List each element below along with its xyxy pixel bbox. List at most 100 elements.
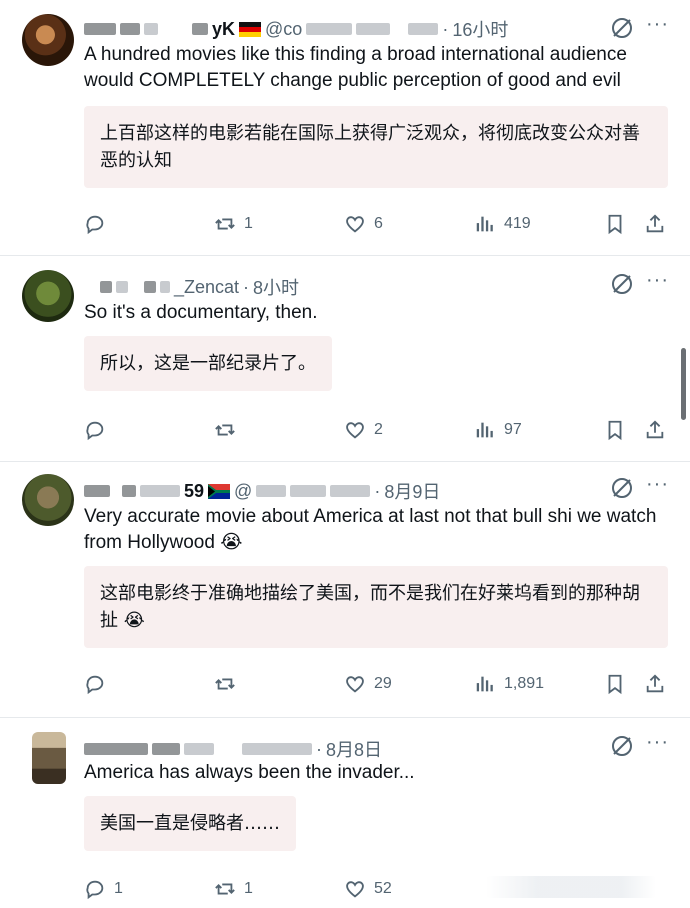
post-time[interactable]: 8月9日 bbox=[384, 478, 440, 504]
reply-button[interactable] bbox=[84, 419, 114, 441]
more-icon[interactable]: ··· bbox=[646, 732, 668, 757]
scrollbar-thumb[interactable] bbox=[681, 348, 686, 420]
post-text: A hundred movies like this finding a bro… bbox=[84, 44, 627, 91]
bookmark-button[interactable] bbox=[604, 673, 626, 695]
post[interactable]: yK @co · 16小时 ··· A hundred movies like … bbox=[0, 0, 690, 256]
redacted-name bbox=[160, 281, 170, 293]
share-icon bbox=[646, 674, 664, 693]
post-text: Very accurate movie about America at las… bbox=[84, 506, 657, 553]
translation-box: 这部电影终于准确地描绘了美国，而不是我们在好莱坞看到的那种胡扯 😭 bbox=[84, 566, 668, 648]
post-time[interactable]: 8小时 bbox=[253, 274, 299, 300]
reply-button[interactable]: 1 bbox=[84, 878, 123, 900]
display-name[interactable]: 59 bbox=[184, 481, 204, 502]
views-icon bbox=[476, 216, 493, 232]
views-icon bbox=[476, 422, 493, 438]
post[interactable]: _Zencat · 8小时 ··· So it's a documentary,… bbox=[0, 256, 690, 462]
redacted-handle bbox=[408, 23, 439, 35]
reply-icon bbox=[86, 675, 104, 695]
views-count: 419 bbox=[504, 215, 531, 232]
handle[interactable]: @ bbox=[234, 481, 252, 502]
more-icon[interactable]: ··· bbox=[646, 270, 668, 295]
like-count: 6 bbox=[374, 215, 383, 232]
reply-count: 1 bbox=[114, 880, 123, 897]
grok-icon[interactable] bbox=[610, 476, 634, 500]
handle[interactable]: @co bbox=[265, 19, 302, 40]
repost-icon bbox=[215, 218, 235, 230]
redacted-name bbox=[100, 281, 112, 293]
repost-icon bbox=[215, 883, 235, 895]
like-icon bbox=[346, 216, 364, 233]
like-icon bbox=[346, 422, 364, 439]
like-button[interactable]: 2 bbox=[344, 419, 383, 441]
avatar[interactable] bbox=[22, 14, 74, 66]
like-button[interactable]: 6 bbox=[344, 213, 383, 235]
redacted-name bbox=[122, 485, 136, 497]
post[interactable]: 59 @ · 8月9日 ··· Very accurate movie abou… bbox=[0, 462, 690, 718]
redacted-name bbox=[84, 743, 148, 755]
like-button[interactable]: 52 bbox=[344, 878, 392, 900]
share-button[interactable] bbox=[644, 419, 666, 441]
views-button[interactable]: 419 bbox=[474, 213, 531, 235]
redacted-name bbox=[144, 23, 158, 35]
repost-button[interactable] bbox=[214, 419, 244, 441]
repost-button[interactable]: 1 bbox=[214, 878, 253, 900]
translation-box: 美国一直是侵略者…… bbox=[84, 796, 296, 851]
avatar[interactable] bbox=[32, 732, 66, 784]
dot-separator: · bbox=[243, 276, 250, 297]
translation-box: 上百部这样的电影若能在国际上获得广泛观众，将彻底改变公众对善恶的认知 bbox=[84, 106, 668, 188]
more-icon[interactable]: ··· bbox=[646, 474, 668, 499]
grok-icon[interactable] bbox=[610, 272, 634, 296]
south-africa-flag-icon bbox=[208, 483, 231, 499]
repost-button[interactable] bbox=[214, 673, 244, 695]
reply-icon bbox=[86, 880, 104, 900]
grok-icon[interactable] bbox=[610, 734, 634, 758]
like-button[interactable]: 29 bbox=[344, 673, 392, 695]
share-icon bbox=[646, 420, 664, 439]
repost-icon bbox=[215, 678, 235, 690]
bookmark-icon bbox=[608, 674, 622, 695]
dot-separator: · bbox=[374, 480, 381, 501]
avatar[interactable] bbox=[22, 474, 74, 526]
bookmark-button[interactable] bbox=[604, 419, 626, 441]
like-icon bbox=[346, 881, 364, 898]
action-bar: 1 6 419 bbox=[84, 213, 668, 239]
post[interactable]: · 8月8日 ··· America has always been the i… bbox=[0, 718, 690, 908]
views-button[interactable]: 1,891 bbox=[474, 673, 544, 695]
post-header: yK @co · 16小时 bbox=[84, 16, 620, 42]
dot-separator: · bbox=[316, 738, 322, 759]
views-count: 97 bbox=[504, 421, 522, 438]
post-time[interactable]: 8月8日 bbox=[326, 736, 382, 762]
reply-icon bbox=[86, 421, 104, 441]
reply-button[interactable] bbox=[84, 213, 114, 235]
redacted-handle bbox=[330, 485, 371, 497]
redacted-name bbox=[144, 281, 156, 293]
post-header: _Zencat · 8小时 bbox=[84, 274, 620, 300]
redacted-name bbox=[84, 23, 116, 35]
dot-separator: · bbox=[442, 18, 449, 39]
bookmark-button[interactable] bbox=[604, 213, 626, 235]
share-button[interactable] bbox=[644, 673, 666, 695]
redacted-handle bbox=[242, 743, 312, 755]
more-icon[interactable]: ··· bbox=[646, 14, 668, 39]
redacted-name bbox=[84, 485, 110, 497]
post-time[interactable]: 16小时 bbox=[452, 16, 508, 42]
post-header: · 8月8日 bbox=[84, 736, 620, 762]
translation-box: 所以，这是一部纪录片了。 bbox=[84, 336, 332, 391]
post-text: So it's a documentary, then. bbox=[84, 302, 318, 323]
share-icon bbox=[646, 214, 664, 233]
display-name[interactable]: _Zencat bbox=[174, 277, 239, 298]
like-count: 2 bbox=[374, 421, 383, 438]
like-count: 52 bbox=[374, 880, 392, 897]
avatar[interactable] bbox=[22, 270, 74, 322]
post-text: America has always been the invader... bbox=[84, 762, 415, 783]
views-button[interactable]: 97 bbox=[474, 419, 522, 441]
reply-button[interactable] bbox=[84, 673, 114, 695]
display-name[interactable]: yK bbox=[212, 19, 235, 40]
bookmark-icon bbox=[608, 420, 622, 441]
share-button[interactable] bbox=[644, 213, 666, 235]
repost-button[interactable]: 1 bbox=[214, 213, 253, 235]
redacted-name bbox=[152, 743, 180, 755]
germany-flag-icon bbox=[239, 21, 262, 37]
views-count: 1,891 bbox=[504, 675, 545, 692]
grok-icon[interactable] bbox=[610, 16, 634, 40]
